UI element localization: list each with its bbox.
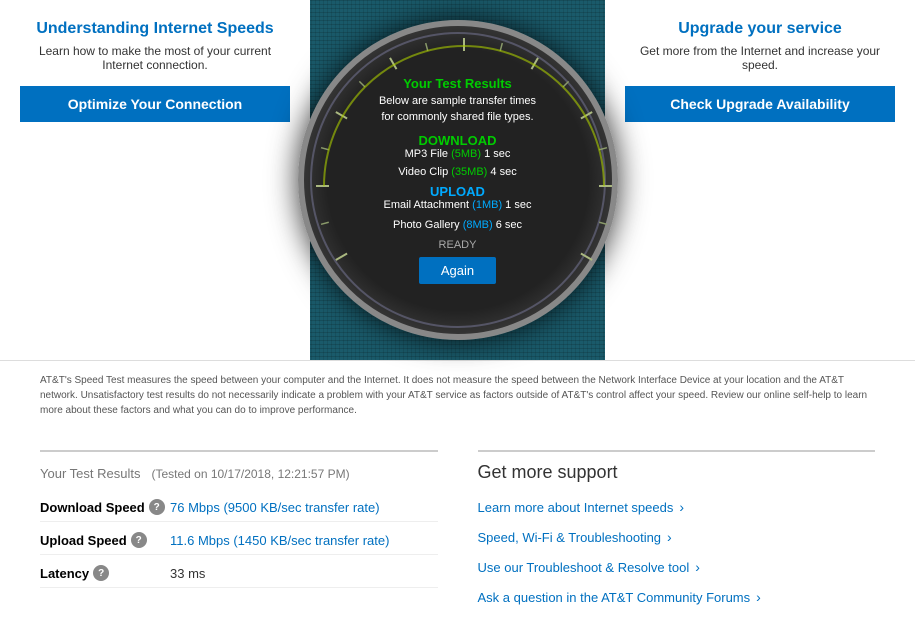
gauge-ready-label: READY [379,239,536,251]
support-link-0[interactable]: Learn more about Internet speeds › [478,499,876,515]
gauge-email-detail: Email Attachment (1MB) 1 sec [379,199,536,211]
upload-speed-label: Upload Speed ? [40,532,170,548]
chevron-icon-2: › [695,559,700,575]
support-link-2-text: Use our Troubleshoot & Resolve tool [478,560,690,575]
main-gauge-container: .tick { stroke: #8a9a6a; stroke-width: 1… [278,0,638,360]
support-link-3-text: Ask a question in the AT&T Community For… [478,590,751,605]
download-speed-row: Download Speed ? 76 Mbps (9500 KB/sec tr… [40,499,438,522]
results-panel-title: Your Test Results (Tested on 10/17/2018,… [40,462,438,483]
download-speed-label: Download Speed ? [40,499,170,515]
upgrade-button[interactable]: Check Upgrade Availability [625,86,895,122]
results-section: Your Test Results (Tested on 10/17/2018,… [0,430,915,639]
again-button[interactable]: Again [419,257,496,284]
right-info-card: Upgrade your service Get more from the I… [605,0,915,360]
disclaimer-text: AT&T's Speed Test measures the speed bet… [40,373,875,418]
upload-speed-row: Upload Speed ? 11.6 Mbps (1450 KB/sec tr… [40,532,438,555]
main-speedometer: .tick { stroke: #8a9a6a; stroke-width: 1… [298,20,618,340]
download-speed-value: 76 Mbps (9500 KB/sec transfer rate) [170,500,380,515]
support-link-1[interactable]: Speed, Wi-Fi & Troubleshooting › [478,529,876,545]
disclaimer-section: AT&T's Speed Test measures the speed bet… [0,360,915,430]
right-card-description: Get more from the Internet and increase … [625,44,895,72]
gauge-upload-section-label: UPLOAD [379,184,536,199]
gauge-download-section-label: DOWNLOAD [379,133,536,148]
left-card-description: Learn how to make the most of your curre… [20,44,290,72]
right-card-title: Upgrade your service [678,20,842,38]
upload-help-icon[interactable]: ? [131,532,147,548]
gauge-photo-detail: Photo Gallery (8MB) 6 sec [379,219,536,231]
gauge-mp3-detail: MP3 File (5MB) 1 sec [379,148,536,160]
optimize-button[interactable]: Optimize Your Connection [20,86,290,122]
latency-help-icon[interactable]: ? [93,565,109,581]
left-card-title: Understanding Internet Speeds [36,20,273,38]
gauge-results-inner: Your Test Results Below are sample trans… [369,66,546,294]
test-results-panel: Your Test Results (Tested on 10/17/2018,… [40,450,438,619]
latency-row: Latency ? 33 ms [40,565,438,588]
tested-on-timestamp: (Tested on 10/17/2018, 12:21:57 PM) [151,467,349,481]
left-info-card: Understanding Internet Speeds Learn how … [0,0,310,360]
top-section: Understanding Internet Speeds Learn how … [0,0,915,360]
support-panel-title: Get more support [478,462,876,483]
upload-speed-value: 11.6 Mbps (1450 KB/sec transfer rate) [170,533,389,548]
gauge-result-subtitle: Below are sample transfer timesfor commo… [379,94,536,125]
download-help-icon[interactable]: ? [149,499,165,515]
gauge-result-title: Your Test Results [379,76,536,91]
support-link-0-text: Learn more about Internet speeds [478,500,674,515]
gauge-ticks-svg: .tick { stroke: #8a9a6a; stroke-width: 1… [304,26,624,346]
support-link-1-text: Speed, Wi-Fi & Troubleshooting [478,530,662,545]
chevron-icon-0: › [679,499,684,515]
latency-value: 33 ms [170,566,205,581]
latency-label: Latency ? [40,565,170,581]
support-link-2[interactable]: Use our Troubleshoot & Resolve tool › [478,559,876,575]
support-panel: Get more support Learn more about Intern… [478,450,876,619]
gauge-video-detail: Video Clip (35MB) 4 sec [379,166,536,178]
chevron-icon-1: › [667,529,672,545]
